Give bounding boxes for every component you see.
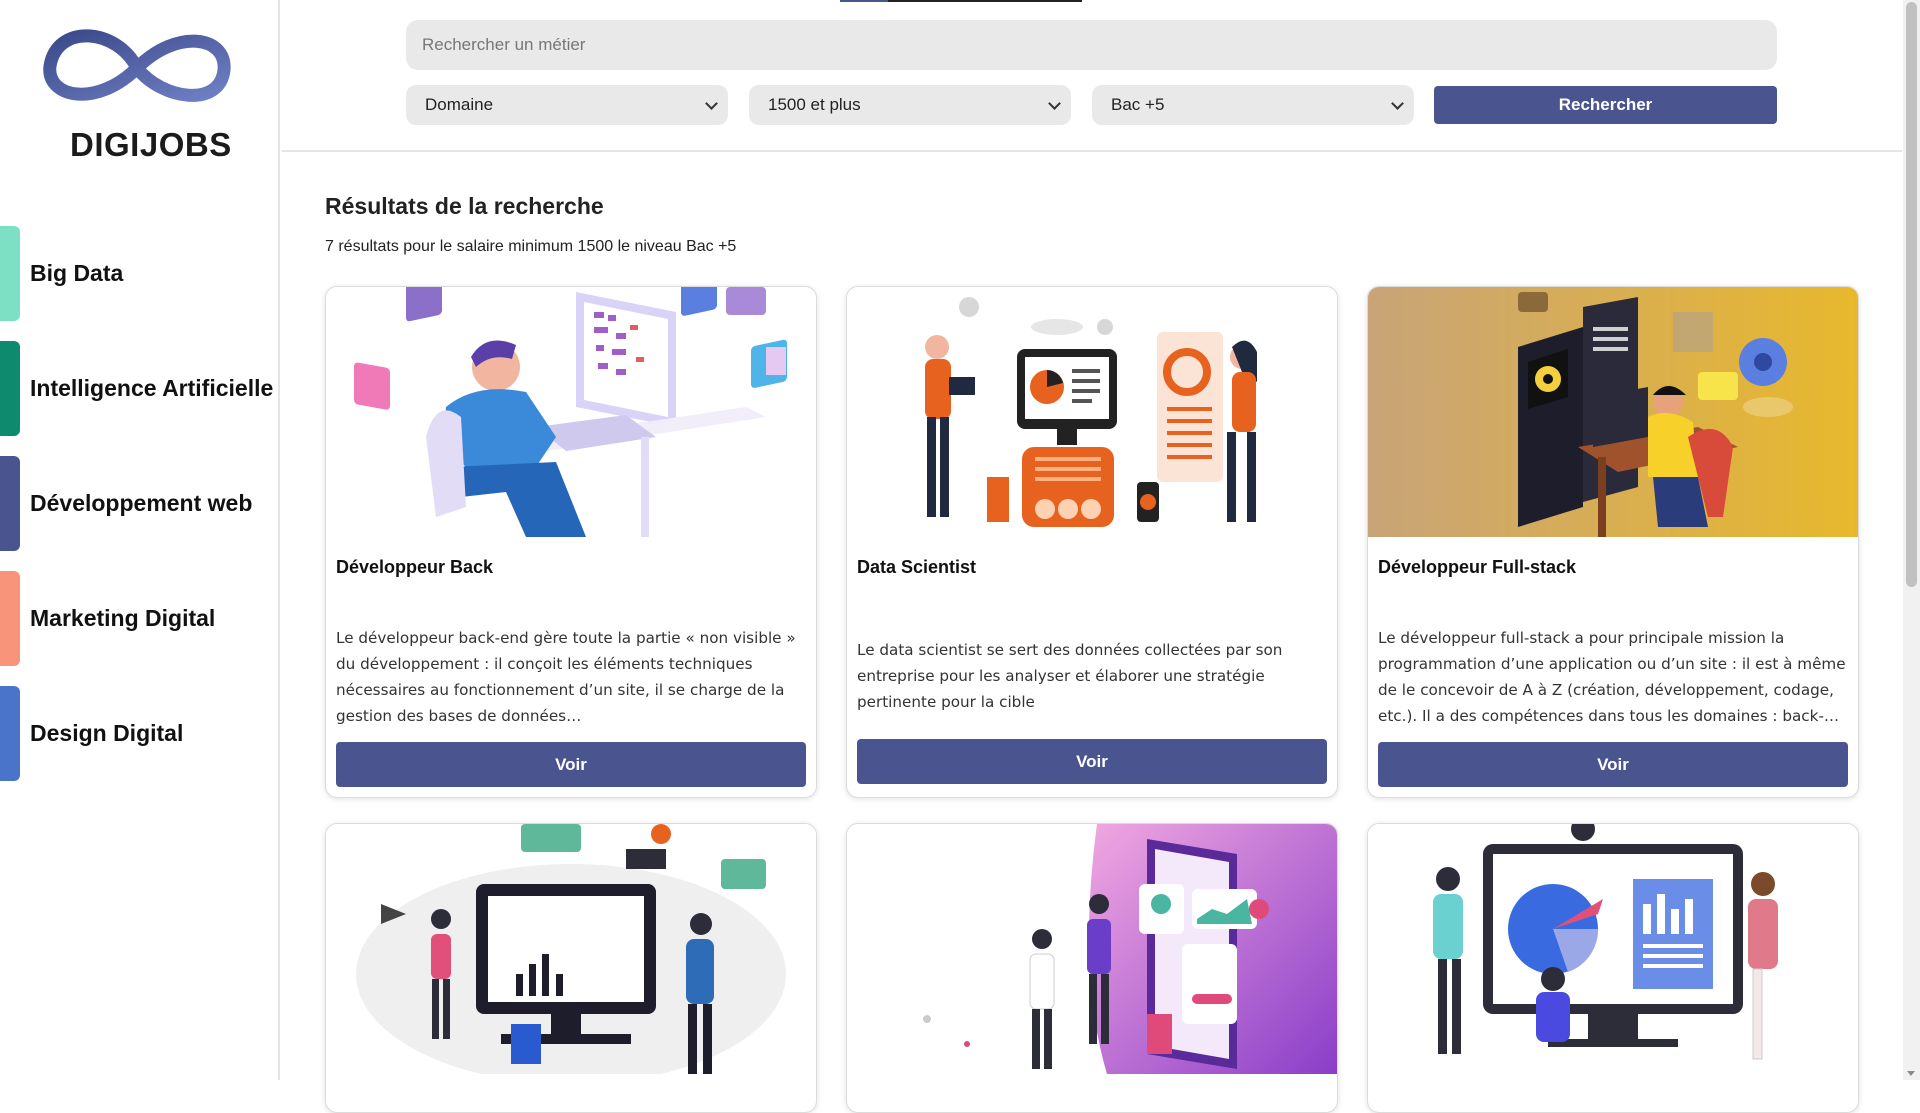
sidebar-item-design-digital[interactable]: Design Digital [0,686,280,781]
job-card [325,823,817,1113]
domain-nav: Big Data Intelligence Artificielle Dével… [0,226,280,801]
domain-select-value: Domaine [425,95,494,114]
category-color-stripe [0,571,20,666]
category-color-stripe [0,226,20,321]
brand-logo[interactable]: DIGIJOBS [40,18,240,168]
voir-button[interactable]: Voir [1378,742,1848,787]
chevron-down-icon [1391,97,1404,110]
level-select-value: Bac +5 [1111,95,1165,114]
sidebar-item-developpement-web[interactable]: Développement web [0,456,280,551]
sidebar-item-label: Développement web [30,490,253,516]
active-tab-marker [840,0,888,2]
chevron-down-icon [705,97,718,110]
sidebar-item-big-data[interactable]: Big Data [0,226,280,321]
sidebar-item-label: Intelligence Artificielle [30,375,274,401]
voir-button[interactable]: Voir [336,742,806,787]
sidebar-item-marketing-digital[interactable]: Marketing Digital [0,571,280,666]
search-header: Domaine 1500 et plus Bac +5 Rechercher [282,0,1902,152]
category-color-stripe [0,456,20,551]
job-description: Le développeur full-stack a pour princip… [1378,629,1846,725]
scroll-down-arrow-icon[interactable] [1907,1071,1915,1076]
salary-select[interactable]: 1500 et plus [749,85,1071,125]
scrollbar-thumb[interactable] [1906,2,1917,587]
developer-illustration [326,287,816,537]
sidebar-item-label: Design Digital [30,720,184,746]
sidebar: DIGIJOBS Big Data Intelligence Artificie… [0,0,280,1080]
mobile-design-illustration [847,824,1337,1074]
brand-name: DIGIJOBS [70,126,232,163]
fullstack-illustration [1368,287,1858,537]
chevron-down-icon [1048,97,1061,110]
job-card: Data Scientist Le data scientist se sert… [846,286,1338,798]
job-title: Data Scientist [857,557,977,577]
job-card: Développeur Full-stack Le développeur fu… [1367,286,1859,798]
job-title: Développeur Full-stack [1378,557,1577,577]
marketing-illustration [326,824,816,1074]
domain-select[interactable]: Domaine [406,85,728,125]
top-tab-indicator [840,0,1082,2]
search-button[interactable]: Rechercher [1434,86,1777,124]
infinity-logo-icon [43,29,231,102]
results-summary: 7 résultats pour le salaire minimum 1500… [325,238,737,255]
job-card: Développeur Back Le développeur back-end… [325,286,817,798]
voir-button[interactable]: Voir [857,739,1327,784]
data-analysis-illustration [847,287,1337,537]
category-color-stripe [0,341,20,436]
sidebar-item-label: Marketing Digital [30,605,216,631]
sidebar-item-intelligence-artificielle[interactable]: Intelligence Artificielle [0,341,280,436]
salary-select-value: 1500 et plus [768,95,861,114]
category-color-stripe [0,686,20,781]
level-select[interactable]: Bac +5 [1092,85,1414,125]
job-description: Le data scientist se sert des données co… [857,641,1283,711]
job-card [1367,823,1859,1113]
job-card [846,823,1338,1113]
job-description: Le développeur back-end gère toute la pa… [336,629,796,725]
sidebar-item-label: Big Data [30,260,124,286]
page-scrollbar[interactable] [1903,0,1920,1080]
job-title: Développeur Back [336,557,494,577]
search-input[interactable] [406,20,1777,70]
results-title: Résultats de la recherche [325,193,604,219]
presentation-illustration [1368,824,1858,1074]
